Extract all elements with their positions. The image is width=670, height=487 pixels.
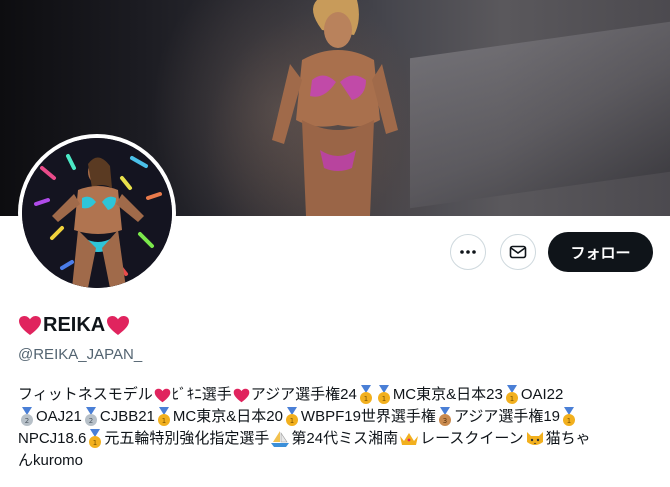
cat-face-icon	[526, 432, 543, 445]
svg-text:1: 1	[567, 417, 571, 425]
bio-text: レースクイーン	[420, 430, 524, 447]
bio-text: アジア選手権24	[250, 386, 357, 403]
bio-text: MC東京&日本23	[392, 386, 503, 403]
silver-medal-icon: 2	[21, 407, 33, 426]
gold-medal-icon: 1	[505, 385, 518, 404]
gold-medal-icon: 1	[157, 407, 170, 426]
gold-medal-icon: 1	[359, 385, 372, 404]
avatar[interactable]	[18, 134, 176, 292]
banner-athlete-photo	[272, 0, 398, 216]
envelope-icon	[509, 245, 527, 259]
svg-text:1: 1	[510, 395, 514, 403]
bio-text: アジア選手権19	[453, 408, 561, 425]
svg-text:1: 1	[290, 417, 294, 425]
gold-medal-icon: 1	[285, 407, 298, 426]
more-options-button[interactable]	[450, 234, 486, 270]
bio-text: WBPF19世界選手権	[300, 408, 436, 425]
more-horizontal-icon	[460, 250, 476, 254]
bio-text: CJBB21	[99, 408, 155, 425]
svg-text:1: 1	[162, 417, 166, 425]
display-name-text: REIKA	[43, 314, 106, 336]
banner-event-sign	[410, 21, 670, 209]
heart-icon	[107, 316, 130, 335]
svg-text:2: 2	[25, 417, 29, 425]
bio-text: ﾋﾞｷﾆ選手	[171, 386, 232, 403]
bio-text: 猫ちゃ	[545, 430, 591, 447]
silver-medal-icon: 2	[84, 407, 97, 426]
svg-text:1: 1	[382, 395, 386, 403]
heart-icon	[19, 316, 41, 335]
bio-text: 第24代ミス湘南	[291, 430, 399, 447]
bio-line-3: NPCJ18.6 1 元五輪特別強化指定選手 第24代ミス湘南 レースクイーン …	[18, 428, 658, 450]
bio-text: OAI22	[520, 386, 564, 403]
avatar-photo	[22, 138, 172, 288]
bio-text: MC東京&日本20	[172, 408, 283, 425]
svg-text:1: 1	[364, 395, 368, 403]
follow-button[interactable]: フォロー	[548, 232, 653, 272]
sailboat-icon	[271, 431, 290, 447]
svg-text:2: 2	[89, 417, 93, 425]
svg-text:1: 1	[93, 439, 97, 447]
bio-text: 元五輪特別強化指定選手	[104, 430, 270, 447]
follow-button-label: フォロー	[570, 244, 631, 262]
svg-text:3: 3	[443, 417, 447, 425]
bio-text: フィットネスモデル	[18, 386, 153, 403]
display-name: REIKA	[18, 314, 130, 337]
gold-medal-icon: 1	[563, 407, 576, 426]
bio-text: んkuromo	[18, 452, 84, 469]
bio-text: NPCJ18.6	[18, 430, 87, 447]
heart-icon	[233, 388, 250, 402]
bio-line-4: んkuromo	[18, 450, 658, 472]
heart-icon	[154, 388, 170, 402]
bio-text: OAJ21	[36, 408, 82, 425]
bio-line-2: 2 OAJ21 2 CJBB21 1 MC東京&日本20 1 WBPF19世界選…	[18, 406, 658, 428]
bronze-medal-icon: 3	[438, 407, 451, 426]
crown-icon	[400, 433, 419, 445]
user-handle: @REIKA_JAPAN_	[18, 346, 143, 363]
profile-bio: フィットネスモデル ﾋﾞｷﾆ選手 アジア選手権24 1 1 MC東京&日本23 …	[18, 384, 658, 472]
message-button[interactable]	[500, 234, 536, 270]
gold-medal-icon: 1	[377, 385, 390, 404]
bio-line-1: フィットネスモデル ﾋﾞｷﾆ選手 アジア選手権24 1 1 MC東京&日本23 …	[18, 384, 658, 406]
avatar-image	[22, 138, 172, 288]
gold-medal-icon: 1	[89, 429, 102, 448]
